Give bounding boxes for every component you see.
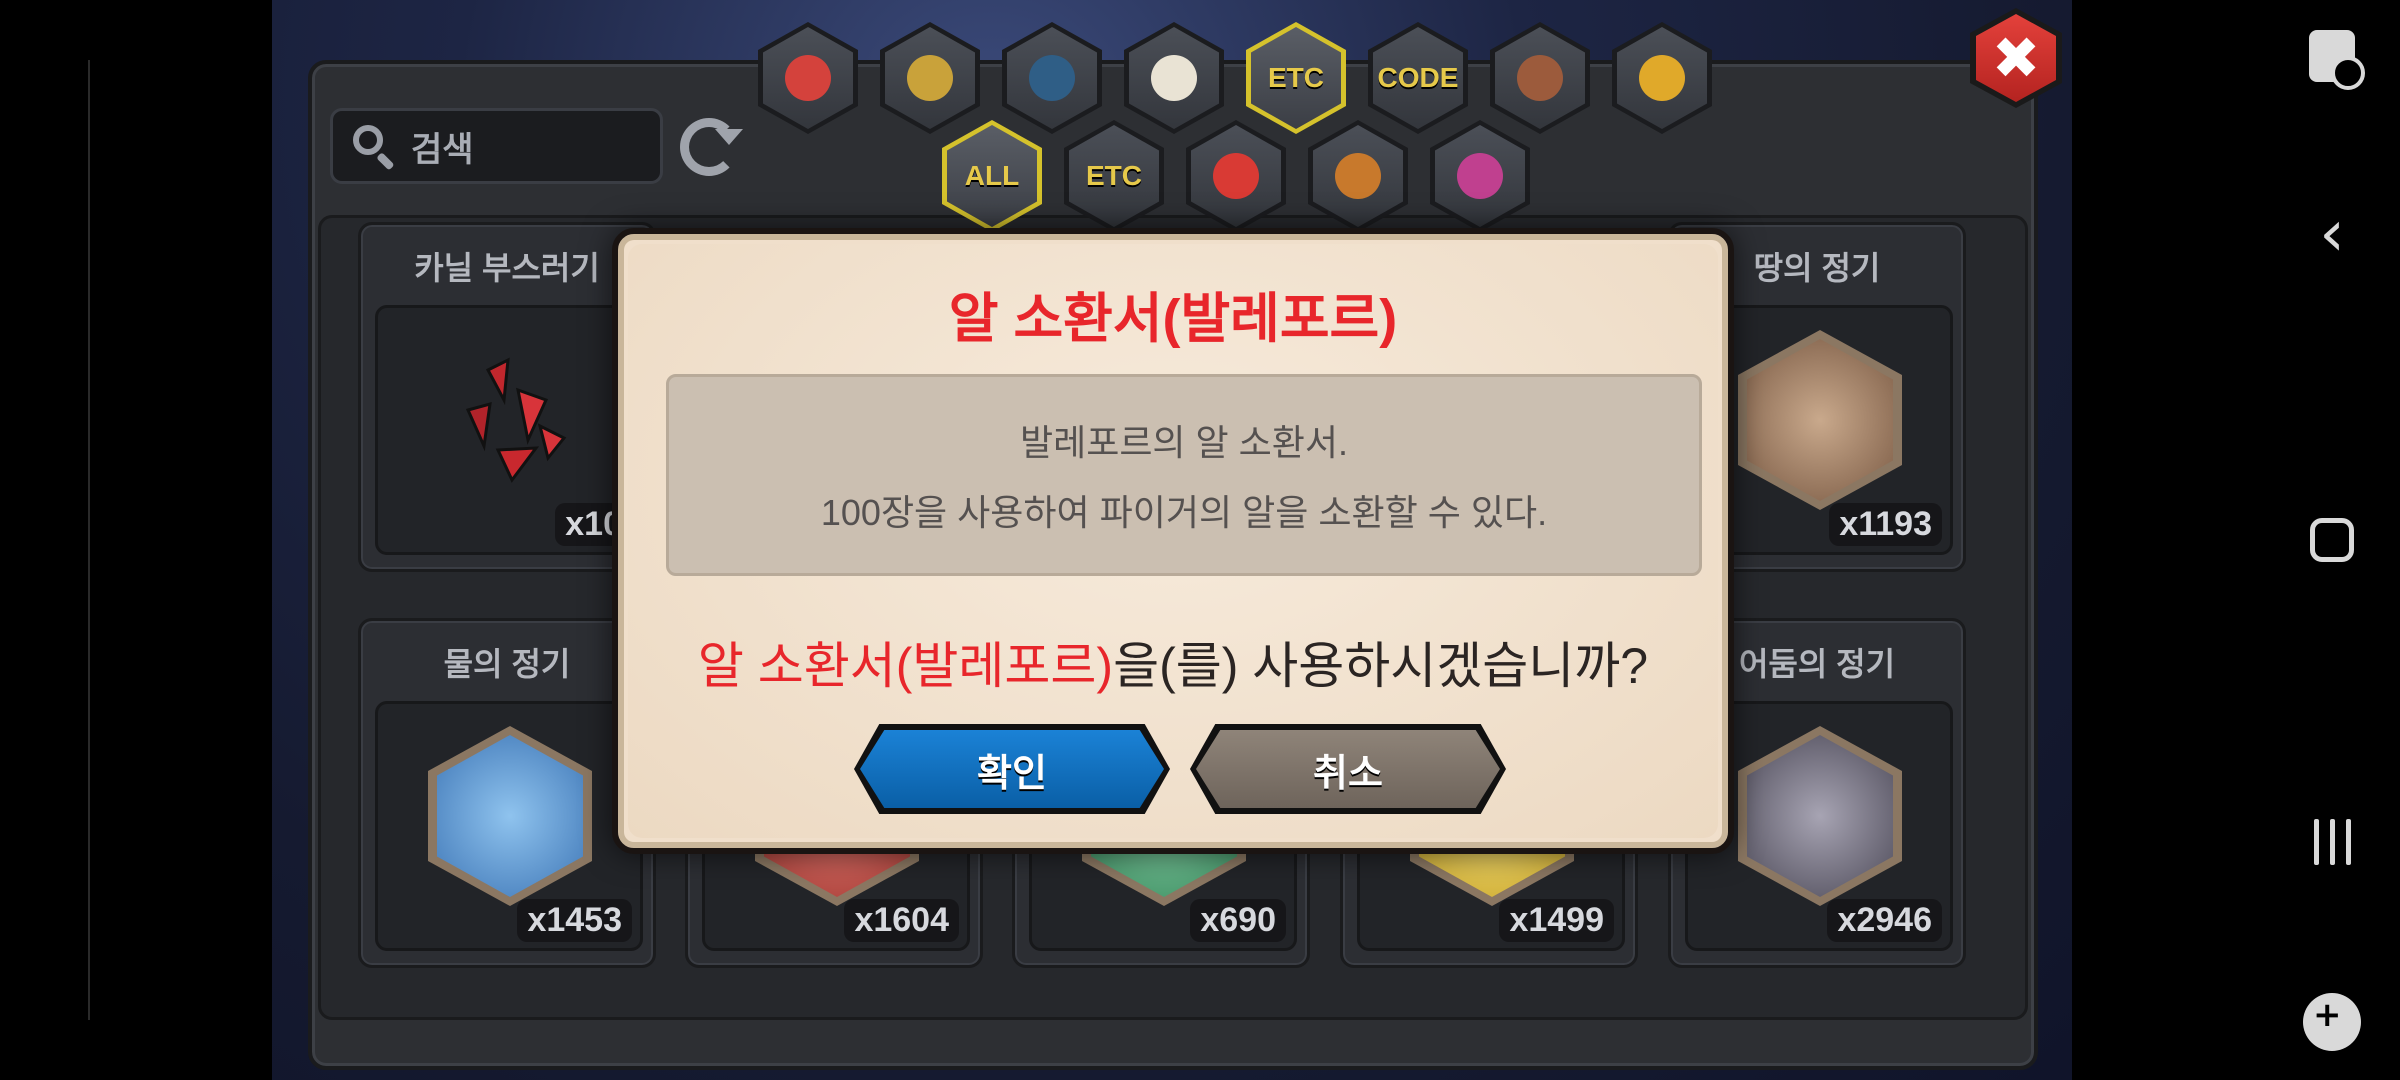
medal-icon <box>1313 125 1403 227</box>
item-name: 물의 정기 <box>443 646 571 682</box>
gamepad-icon <box>2303 993 2361 1051</box>
confirm-label: 확인 <box>860 730 1164 808</box>
capsule-icon <box>1191 125 1281 227</box>
tab-label: ETC <box>1069 125 1159 227</box>
description-line-2: 100장을 사용하여 파이거의 알을 소환할 수 있다. <box>820 492 1548 533</box>
earth-essence-icon <box>1738 330 1902 510</box>
crystal-shards-icon <box>428 330 592 510</box>
item-count: x2946 <box>1827 899 1942 942</box>
egg-icon <box>1129 27 1219 129</box>
dialog-question: 알 소환서(발레포르)을(를) 사용하시겠습니까? <box>618 626 1728 698</box>
dragon-icon <box>1495 27 1585 129</box>
medal-glyph <box>1335 153 1381 199</box>
recent-apps-icon <box>2313 819 2351 865</box>
search-input[interactable]: 검색 <box>330 108 663 184</box>
description-line-1: 발레포르의 알 소환서. <box>1019 422 1349 463</box>
game-tools-button[interactable] <box>2284 974 2380 1070</box>
dialog-description: 발레포르의 알 소환서. 100장을 사용하여 파이거의 알을 소환할 수 있다… <box>666 374 1702 576</box>
close-icon: ✖ <box>1976 14 2056 102</box>
recent-apps-button[interactable] <box>2284 794 2380 890</box>
scale-glyph <box>1029 55 1075 101</box>
item-count: x1453 <box>517 899 632 942</box>
item-count: x1499 <box>1499 899 1614 942</box>
search-icon <box>351 123 397 171</box>
item-slot: x1453 <box>375 701 643 951</box>
dragon-glyph <box>1517 55 1563 101</box>
food-icon <box>763 27 853 129</box>
cancel-button[interactable]: 취소 <box>1190 724 1506 814</box>
gold-icon <box>885 27 975 129</box>
screen-lock-button[interactable] <box>2284 8 2380 104</box>
search-label: 검색 <box>411 130 474 169</box>
screen-edge-line <box>88 60 90 1020</box>
tab-label: ETC <box>1251 27 1341 129</box>
question-text: 을(를) 사용하시겠습니까? <box>1113 638 1649 694</box>
confirm-button[interactable]: 확인 <box>854 724 1170 814</box>
scale-icon <box>1007 27 1097 129</box>
water-essence-icon <box>428 726 592 906</box>
item-count: x1193 <box>1829 503 1942 546</box>
home-icon <box>2310 518 2354 562</box>
mask-icon <box>1617 27 1707 129</box>
confirm-dialog: 알 소환서(발레포르) 발레포르의 알 소환서. 100장을 사용하여 파이거의… <box>612 228 1734 854</box>
dialog-title: 알 소환서(발레포르) <box>948 289 1398 349</box>
item-count: x1604 <box>844 899 959 942</box>
tab-label: ALL <box>947 125 1037 227</box>
capsule-glyph <box>1213 153 1259 199</box>
tab-label: CODE <box>1373 27 1463 129</box>
mask-glyph <box>1639 55 1685 101</box>
item-slot: x10 <box>375 305 643 555</box>
cancel-label: 취소 <box>1196 730 1500 808</box>
item-name: 카닐 부스러기 <box>414 250 600 286</box>
item-count: x690 <box>1190 899 1286 942</box>
gold-glyph <box>907 55 953 101</box>
touch-lock-icon <box>2309 30 2365 90</box>
refresh-icon[interactable] <box>680 118 743 176</box>
back-button[interactable]: ‹ <box>2284 186 2380 282</box>
question-item-name: 알 소환서(발레포르) <box>697 638 1114 694</box>
dark-essence-icon <box>1738 726 1902 906</box>
food-glyph <box>785 55 831 101</box>
gift-glyph <box>1457 153 1503 199</box>
gift-icon <box>1435 125 1525 227</box>
home-button[interactable] <box>2284 492 2380 588</box>
egg-glyph <box>1151 55 1197 101</box>
